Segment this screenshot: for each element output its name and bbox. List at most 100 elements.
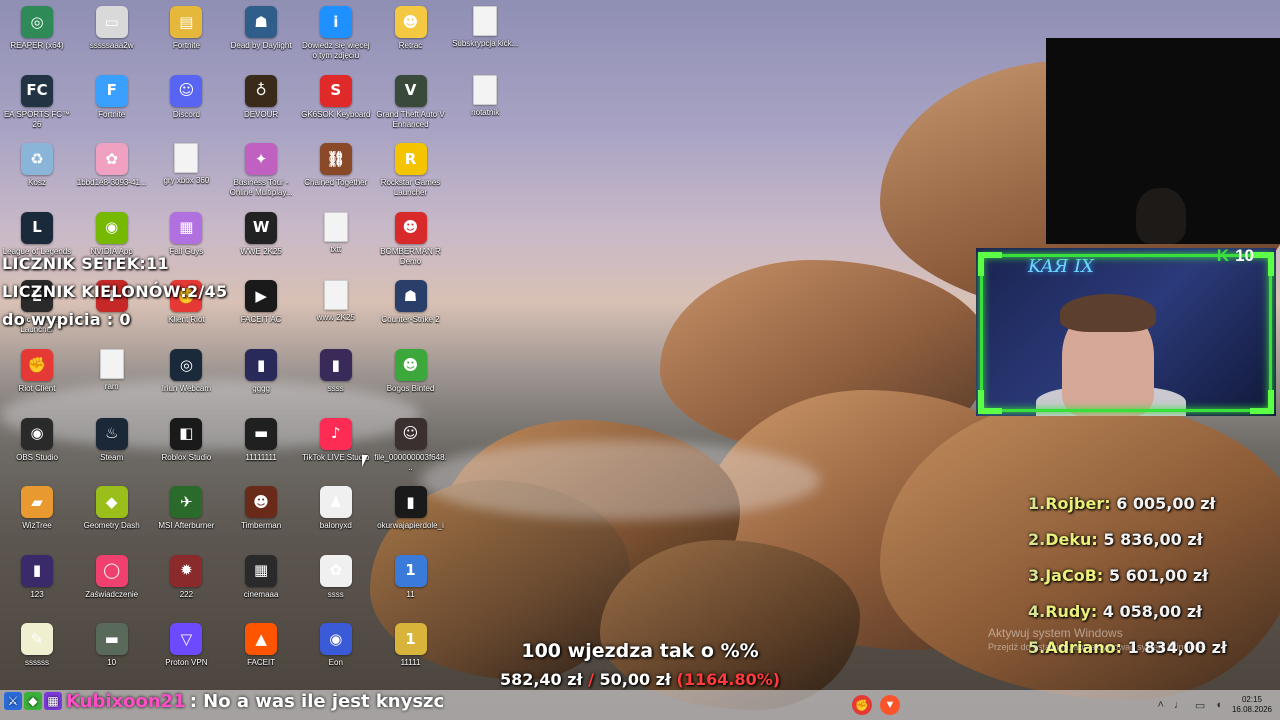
desktop-icon-label: GK6SOK Keyboard [301,109,371,119]
desktop-icon[interactable]: F Fortnite [75,71,149,139]
app-icon: ☻ [394,6,427,38]
webcam-person [1136,188,1186,244]
desktop-icon[interactable]: ⛓ Chained Together [299,139,373,207]
app-icon: ♟ [319,486,352,519]
app-icon: ▦ [170,211,203,244]
app-icon: FC [21,74,53,107]
desktop-icon[interactable]: ▮ 123 [0,551,74,619]
desktop-icon-label: ssss [327,589,344,599]
desktop-icon[interactable]: ▮ okurwajapierdole_i [374,482,448,550]
app-icon: ✈ [170,486,203,519]
app-icon: ▰ [21,486,53,519]
desktop-icon[interactable]: ☻ BOMBERMAN R Demo [374,208,448,276]
app-icon: L [21,211,53,244]
desktop-icon[interactable]: ♁ DEVOUR [224,71,298,139]
goal-percent: (1164.80%) [676,670,781,689]
sword-icon: ⚔ [4,692,22,710]
desktop-icon[interactable]: ✿ ssss [299,551,373,619]
desktop-icon[interactable]: ☗ Dead by Daylight [224,2,298,70]
desktop-icon[interactable]: 1 11111 [374,619,448,687]
leaderboard-amount: 4 058,00 zł [1102,602,1203,621]
counter-to-drink: do wypicia : 0 [2,310,131,329]
desktop-icon[interactable]: ▽ Proton VPN [149,619,223,687]
desktop-icon[interactable]: ▮ ssss [299,345,373,413]
desktop-icon[interactable]: ☻ Timberman [224,482,298,550]
desktop-icon[interactable]: W WWE 2K25 [224,208,298,276]
app-icon: ◉ [21,417,53,450]
desktop-icon[interactable]: ▶ FACEIT AC [224,276,298,344]
desktop-icon-label: txtt [330,244,342,254]
app-icon: ⛓ [319,143,352,176]
desktop-icon[interactable]: www 2K25 [299,276,373,344]
desktop-icon[interactable]: ♨ Steam [75,414,149,482]
app-icon: ✦ [245,143,278,176]
app-icon: ☻ [394,211,427,244]
desktop-icon-label: WWE 2K25 [240,246,282,256]
desktop-icon[interactable]: ♟ balonyxd [299,482,373,550]
clock[interactable]: 02:15 16.08.2026 [1232,695,1272,715]
desktop-icon-label: BOMBERMAN R Demo [380,246,441,266]
desktop-icon[interactable]: ♻ Kosz [0,139,74,207]
desktop-icon[interactable]: ☺ file_000000003f648... [374,414,448,482]
app-icon: ☻ [394,349,427,381]
desktop-icon[interactable]: ✿ 1bbd1e8-3093-41... [75,139,149,207]
desktop-icon[interactable]: ▭ sssssaaa2w [75,2,149,70]
document-file-icon [473,6,498,36]
desktop-icon[interactable]: ◎ Iriun Webcam [149,345,223,413]
desktop-icon[interactable]: R Rockstar Games Launcher [374,139,448,207]
app-icon: ◉ [319,623,352,656]
desktop-icon[interactable]: ✊ Riot Client [0,345,74,413]
donation-goal: 100 wjezdza tak o %% 582,40 zł / 50,00 z… [470,636,810,694]
volume-icon[interactable]: ◖ [1215,699,1222,711]
desktop-icon[interactable]: ▬ 11111111 [224,414,298,482]
app-icon: ◎ [170,349,203,381]
desktop-icon[interactable]: ram [75,345,149,413]
desktop-icon[interactable]: ☻ Retrac [374,2,448,70]
desktop-icon-label: Retrac [398,41,423,50]
desktop-icon[interactable]: ☗ Counter-Strike 2 [374,276,448,344]
chevron-up-icon[interactable]: ˄ [1157,699,1163,711]
desktop-icon[interactable]: ◆ Geometry Dash [75,482,149,550]
leaderboard-name: JaCoB: [1045,566,1104,585]
desktop-icon[interactable]: txtt [299,208,373,276]
desktop-icon[interactable]: i Dowiedz się więcej o tym zdjęciu [299,2,373,70]
desktop-icon[interactable]: gry xbox 360 [149,139,223,207]
desktop-icon[interactable]: ✦ Business Tour - Online Multiplay... [224,139,298,207]
desktop-icon[interactable]: V Grand Theft Auto V Enhanced [374,71,448,139]
desktop-icon[interactable]: ☻ Bogos Binted [374,345,448,413]
desktop-icon[interactable]: ♪ TikTok LIVE Studio [299,414,373,482]
desktop-icon[interactable]: ◯ Zaświadczenie [75,551,149,619]
desktop-icon-label: Kosz [28,178,46,188]
desktop-icon[interactable]: notatnik [448,71,522,139]
desktop-icon[interactable]: ✹ 222 [149,551,223,619]
desktop-icon[interactable]: ◉ Eon [299,619,373,687]
desktop-icon[interactable]: FC EA SPORTS FC™ 26 [0,71,74,139]
desktop-icon[interactable]: ✈ MSI Afterburner [149,482,223,550]
microphone-icon[interactable]: ♩ [1174,699,1185,711]
goal-title: 100 wjezdza tak o %% [521,640,759,662]
desktop-icon[interactable]: ▦ cinemaaa [224,551,298,619]
desktop-icon[interactable]: ▤ Fortnite [149,2,223,70]
desktop-icon[interactable]: Subskrypcja kick... [448,2,522,70]
desktop-icon-label: gggg [252,384,270,393]
display-icon[interactable]: ▭ [1195,699,1205,712]
desktop-icon[interactable]: ◉ OBS Studio [0,414,74,482]
desktop-icon-label: ssss [327,384,344,393]
app-icon: ✹ [170,554,203,587]
desktop-icon[interactable]: S GK6SOK Keyboard [299,71,373,139]
desktop-icon-label: OBS Studio [16,452,58,462]
document-file-icon [473,74,498,105]
desktop-icon[interactable]: ◎ REAPER (x64) [0,2,74,70]
desktop-icon[interactable]: ▮ gggg [224,345,298,413]
desktop-icon[interactable]: ✎ ssssss [0,619,74,687]
brave-browser-taskbar-icon[interactable]: ▼ [880,695,900,715]
goal-target: 50,00 zł [599,670,671,689]
desktop-icon[interactable]: ◧ Roblox Studio [149,414,223,482]
desktop-icon[interactable]: ▰ WizTree [0,482,74,550]
desktop-icon[interactable]: ▲ FACEIT [224,619,298,687]
desktop-icon[interactable]: 1 11 [374,551,448,619]
desktop-icon[interactable]: ☺ Discord [149,71,223,139]
desktop-icon[interactable]: ▬ 10 [75,619,149,687]
desktop-icon-label: 222 [179,589,194,599]
app-icon: W [245,211,278,244]
